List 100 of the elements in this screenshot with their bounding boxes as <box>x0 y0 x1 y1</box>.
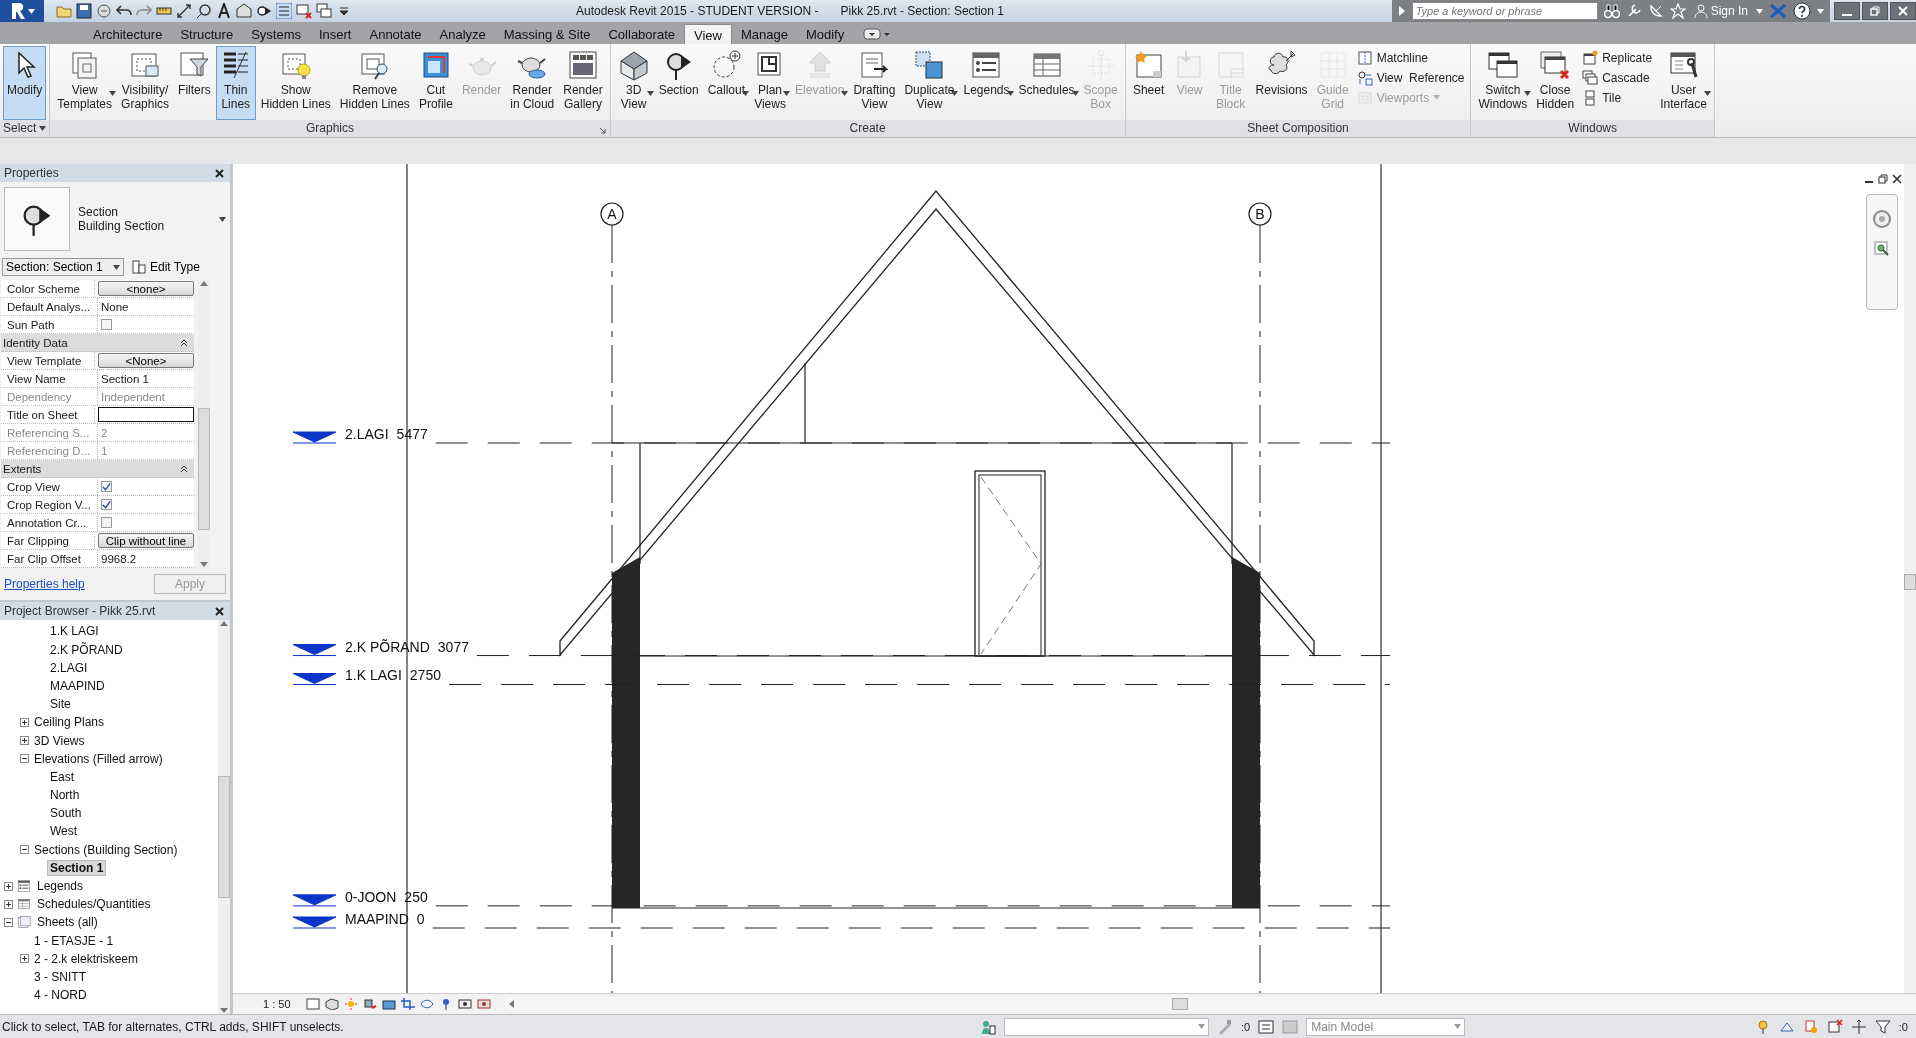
tree-item[interactable]: 3D Views <box>32 733 87 748</box>
ribbon-button[interactable]: Legends <box>959 45 1014 120</box>
tree-item[interactable]: 2.LAGI <box>48 660 90 675</box>
ribbon-button[interactable]: Thin Lines <box>215 45 256 120</box>
collapse-icon[interactable] <box>20 845 29 855</box>
scroll-left-icon[interactable] <box>507 1000 514 1009</box>
scrollbar-thumb[interactable] <box>1171 998 1188 1011</box>
scrollbar-thumb[interactable] <box>218 776 230 899</box>
save-icon[interactable] <box>76 3 92 19</box>
group-header[interactable]: Identity Data <box>1 334 194 353</box>
ribbon-button[interactable]: Schedules <box>1014 45 1079 120</box>
tree-item[interactable]: South <box>48 806 84 821</box>
checkbox[interactable] <box>101 481 112 493</box>
tree-item[interactable]: Schedules/Quantities <box>35 897 153 912</box>
ribbon-tab[interactable]: View <box>684 23 732 44</box>
value-button[interactable]: Clip without line <box>98 533 194 549</box>
tree-item[interactable]: 2.K PÕRAND <box>48 642 125 657</box>
filter-icon[interactable] <box>1874 1018 1891 1035</box>
restore-button[interactable] <box>1862 2 1888 20</box>
caret-icon[interactable] <box>219 216 226 222</box>
ribbon-button[interactable]: Plan Views <box>750 45 791 120</box>
panel-toggle-icon[interactable] <box>863 26 892 41</box>
help-icon[interactable] <box>1793 2 1811 20</box>
ribbon-button[interactable]: Cascade <box>1579 68 1656 87</box>
ribbon-button[interactable]: Visibility/ Graphics <box>117 45 174 120</box>
house-icon[interactable] <box>236 3 252 19</box>
sign-in-button[interactable]: Sign In <box>1691 4 1750 18</box>
ribbon-tab[interactable]: Structure <box>171 23 243 44</box>
ribbon-button[interactable]: User Interface <box>1656 45 1711 120</box>
ribbon-tab[interactable]: Systems <box>242 23 310 44</box>
close-button[interactable] <box>1892 174 1902 185</box>
value-button[interactable]: <none> <box>98 281 194 297</box>
scroll-up-icon[interactable] <box>200 280 208 287</box>
tree-item[interactable]: Site <box>48 697 73 712</box>
steering-wheel-icon[interactable] <box>1872 209 1892 230</box>
tree-item[interactable]: East <box>48 769 76 784</box>
caret-icon[interactable] <box>1817 8 1824 14</box>
ribbon-button[interactable]: Revisions <box>1251 45 1312 120</box>
view-scale[interactable]: 1 : 50 <box>263 998 291 1011</box>
design-option-dropdown[interactable]: Main Model <box>1306 1017 1466 1036</box>
collapse-icon[interactable] <box>180 464 188 473</box>
ribbon-tab[interactable]: Architecture <box>84 23 172 44</box>
ribbon-button[interactable]: Remove Hidden Lines <box>335 45 414 120</box>
value-button[interactable]: <None> <box>98 353 194 369</box>
tree-item[interactable]: MAAPIND <box>48 678 107 693</box>
minimize-button[interactable] <box>1834 2 1860 20</box>
star-icon[interactable] <box>1669 3 1686 19</box>
ribbon-tab[interactable]: Massing & Site <box>494 23 600 44</box>
binoculars-icon[interactable] <box>1603 3 1620 19</box>
workset-icon[interactable] <box>980 1018 996 1035</box>
crop-region-icon[interactable] <box>419 998 434 1011</box>
satellite-dish-icon[interactable] <box>1647 3 1664 19</box>
tree-item[interactable]: Ceiling Plans <box>32 715 107 730</box>
expand-icon[interactable] <box>20 717 29 727</box>
tree-item[interactable]: 1.K LAGI <box>48 624 101 639</box>
checkbox[interactable] <box>101 517 112 529</box>
ribbon-button[interactable]: Duplicate View <box>900 45 959 120</box>
dimension-icon[interactable] <box>176 3 192 19</box>
ribbon-button[interactable]: Section <box>654 45 703 120</box>
collapse-icon[interactable] <box>180 338 188 347</box>
ribbon-button[interactable]: View Templates <box>53 45 117 120</box>
tree-item[interactable]: North <box>48 788 82 803</box>
ribbon-button[interactable]: Close Hidden <box>1532 45 1579 120</box>
expand-icon[interactable] <box>20 954 29 964</box>
instance-dropdown[interactable]: Section: Section 1 <box>2 258 124 277</box>
tree-item[interactable]: Legends <box>35 879 86 894</box>
tree-item[interactable]: Elevations (Filled arrow) <box>32 751 165 766</box>
ribbon-tab[interactable]: Annotate <box>360 23 431 44</box>
tree-item[interactable]: Sections (Building Section) <box>32 842 180 857</box>
tree-item[interactable]: Section 1 <box>48 860 106 875</box>
tree-item[interactable]: 1 - ETASJE - 1 <box>32 933 116 948</box>
expand-icon[interactable] <box>4 881 13 891</box>
application-menu-button[interactable] <box>0 0 44 22</box>
section-marker-icon[interactable] <box>256 3 272 19</box>
ribbon-button[interactable]: Cut Profile <box>414 45 457 120</box>
ribbon-button[interactable]: Sheet <box>1128 45 1169 120</box>
ribbon-button[interactable]: Drafting View <box>849 45 900 120</box>
ribbon-button[interactable]: Callout <box>703 45 750 120</box>
ribbon-button[interactable]: Matchline <box>1353 48 1468 67</box>
ribbon-button[interactable]: Switch Windows <box>1474 45 1532 120</box>
tree-item[interactable]: Sheets (all) <box>35 915 100 930</box>
tree-item[interactable]: 3 - SNITT <box>32 969 88 984</box>
properties-help-link[interactable]: Properties help <box>4 577 85 592</box>
ribbon-tab[interactable]: Analyze <box>430 23 495 44</box>
close-button[interactable] <box>1890 2 1916 20</box>
crop-view-icon[interactable] <box>400 998 415 1011</box>
tree-item[interactable]: 2 - 2.k elektriskeem <box>32 951 141 966</box>
group-header[interactable]: Extents <box>1 460 194 479</box>
ribbon-button[interactable]: Render Gallery <box>559 45 607 120</box>
ribbon-button[interactable]: Render in Cloud <box>506 45 559 120</box>
ribbon-button[interactable]: Replicate <box>1579 48 1656 67</box>
ribbon-button[interactable]: 3D View <box>613 45 654 120</box>
ribbon-button[interactable]: Modify <box>3 45 47 120</box>
dialog-launcher-icon[interactable] <box>598 126 606 134</box>
ribbon-tab[interactable]: Manage <box>731 23 797 44</box>
text-field[interactable] <box>98 407 194 423</box>
expand-icon[interactable] <box>20 736 29 746</box>
scrollbar-thumb[interactable] <box>198 408 210 531</box>
scroll-down-icon[interactable] <box>200 562 208 569</box>
text-icon[interactable] <box>216 3 232 19</box>
